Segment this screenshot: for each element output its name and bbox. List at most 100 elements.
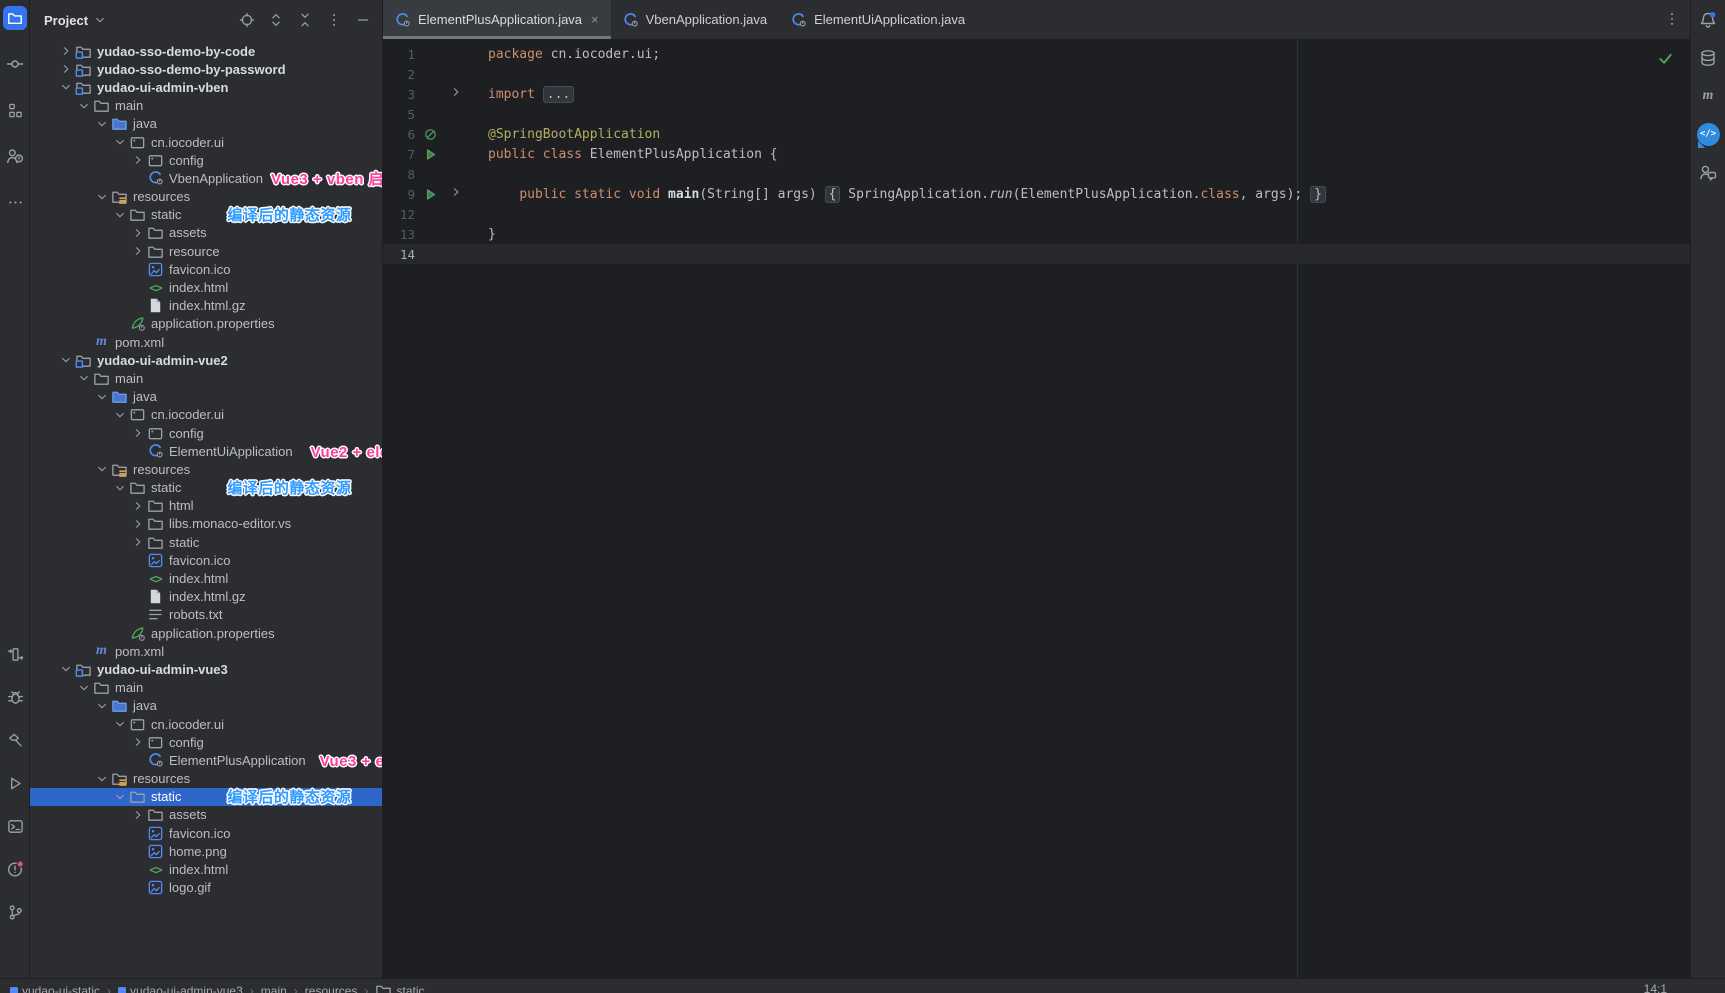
editor-tab[interactable]: VbenApplication.java (611, 0, 779, 39)
tree-row[interactable]: favicon.ico (30, 551, 382, 569)
spring-gutter-icon[interactable] (423, 127, 438, 142)
tool-button-project[interactable] (3, 6, 27, 30)
tree-row[interactable]: VbenApplicationVue3 + vben 启动类 (30, 169, 382, 187)
chevron-down-icon[interactable] (58, 80, 74, 94)
tree-row[interactable]: ElementUiApplicationVue2 + element-ui 启动… (30, 442, 382, 460)
tool-button-notifications[interactable] (1696, 8, 1720, 32)
tree-row[interactable]: favicon.ico (30, 260, 382, 278)
run-gutter-icon[interactable] (423, 187, 438, 202)
breadcrumb-item[interactable]: resources (305, 984, 358, 993)
tool-button-services[interactable] (3, 642, 27, 666)
expand-all-button[interactable] (267, 11, 285, 29)
chevron-right-icon[interactable] (58, 44, 74, 58)
tool-button-version-control[interactable] (3, 900, 27, 924)
tree-row[interactable]: yudao-ui-admin-vben (30, 78, 382, 96)
tree-row[interactable]: <>index.html (30, 278, 382, 296)
chevron-right-icon[interactable] (130, 153, 146, 167)
tree-row[interactable]: home.png (30, 842, 382, 860)
chevron-down-icon[interactable] (112, 135, 128, 149)
collapse-all-button[interactable] (296, 11, 314, 29)
chevron-down-icon[interactable] (76, 371, 92, 385)
tree-row[interactable]: <>index.html (30, 860, 382, 878)
tree-row[interactable]: logo.gif (30, 879, 382, 897)
breadcrumb-item[interactable]: yudao-ui-static (10, 984, 100, 993)
chevron-down-icon[interactable] (112, 208, 128, 222)
chevron-down-icon[interactable] (112, 790, 128, 804)
tree-row[interactable]: favicon.ico (30, 824, 382, 842)
tool-button-pull-requests[interactable] (3, 144, 27, 168)
tree-row[interactable]: cn.iocoder.ui (30, 133, 382, 151)
chevron-right-icon[interactable] (130, 499, 146, 513)
folded-region[interactable]: ... (543, 86, 574, 103)
folded-region[interactable]: } (1310, 186, 1326, 203)
tree-row[interactable]: main (30, 679, 382, 697)
fold-chevron-icon[interactable] (449, 85, 463, 103)
chevron-right-icon[interactable] (130, 226, 146, 240)
tool-button-more[interactable] (3, 190, 27, 214)
tree-row[interactable]: resources (30, 460, 382, 478)
tree-row[interactable]: config (30, 424, 382, 442)
tree-row[interactable]: ElementPlusApplicationVue3 + element-plu… (30, 751, 382, 769)
chevron-down-icon[interactable] (58, 662, 74, 676)
folded-region[interactable]: { (825, 186, 841, 203)
tree-row[interactable]: yudao-sso-demo-by-code (30, 42, 382, 60)
tool-button-code-chat[interactable]: </> (1696, 122, 1720, 146)
chevron-down-icon[interactable] (94, 190, 110, 204)
tool-button-structure[interactable] (3, 98, 27, 122)
chevron-right-icon[interactable] (130, 426, 146, 440)
tool-button-maven[interactable]: m (1696, 84, 1720, 108)
chevron-right-icon[interactable] (130, 808, 146, 822)
chevron-down-icon[interactable] (112, 717, 128, 731)
editor-tab[interactable]: ElementUiApplication.java (779, 0, 977, 39)
more-vertical-button[interactable] (325, 11, 343, 29)
tree-row[interactable]: cn.iocoder.ui (30, 406, 382, 424)
tree-row[interactable]: resources (30, 188, 382, 206)
breadcrumb-item[interactable]: main (261, 984, 287, 993)
tree-row[interactable]: java (30, 697, 382, 715)
chevron-down-icon[interactable] (94, 772, 110, 786)
tool-button-commit[interactable] (3, 52, 27, 76)
tree-row[interactable]: cn.iocoder.ui (30, 715, 382, 733)
tree-row[interactable]: assets (30, 806, 382, 824)
tree-row[interactable]: yudao-sso-demo-by-password (30, 60, 382, 78)
chevron-right-icon[interactable] (130, 244, 146, 258)
tree-row[interactable]: resource (30, 242, 382, 260)
tool-button-problems[interactable] (3, 857, 27, 881)
fold-chevron-icon[interactable] (449, 185, 463, 203)
chevron-down-icon[interactable] (112, 481, 128, 495)
chevron-down-icon[interactable] (94, 117, 110, 131)
tree-row[interactable]: mpom.xml (30, 333, 382, 351)
tree-row[interactable]: yudao-ui-admin-vue2 (30, 351, 382, 369)
chevron-down-icon[interactable] (93, 13, 107, 27)
chevron-down-icon[interactable] (94, 462, 110, 476)
tool-button-build[interactable] (3, 728, 27, 752)
tree-row[interactable]: main (30, 97, 382, 115)
tree-row[interactable]: config (30, 151, 382, 169)
tree-row[interactable]: java (30, 115, 382, 133)
close-icon[interactable]: × (591, 12, 599, 27)
chevron-down-icon[interactable] (76, 681, 92, 695)
chevron-down-icon[interactable] (94, 390, 110, 404)
tree-row[interactable]: static编译后的静态资源 (30, 479, 382, 497)
tool-button-ai-assistant[interactable] (1696, 160, 1720, 184)
chevron-down-icon[interactable] (94, 699, 110, 713)
tree-row[interactable]: mpom.xml (30, 642, 382, 660)
chevron-right-icon[interactable] (130, 517, 146, 531)
tree-row[interactable]: <>index.html (30, 569, 382, 587)
tree-row[interactable]: static编译后的静态资源 (30, 788, 382, 806)
code-editor[interactable]: 1package cn.iocoder.ui;23import ...56@Sp… (383, 40, 1690, 978)
chevron-right-icon[interactable] (58, 62, 74, 76)
tree-row[interactable]: static编译后的静态资源 (30, 206, 382, 224)
tool-button-debug[interactable] (3, 685, 27, 709)
chevron-down-icon[interactable] (58, 353, 74, 367)
tree-row[interactable]: application.properties (30, 315, 382, 333)
caret-position[interactable]: 14:1 (1644, 982, 1667, 993)
chevron-right-icon[interactable] (130, 735, 146, 749)
tree-row[interactable]: resources (30, 770, 382, 788)
tree-row[interactable]: libs.monaco-editor.vs (30, 515, 382, 533)
breadcrumb-item[interactable]: yudao-ui-admin-vue3 (118, 984, 243, 993)
tree-row[interactable]: assets (30, 224, 382, 242)
tree-row[interactable]: application.properties (30, 624, 382, 642)
editor-tab[interactable]: ElementPlusApplication.java× (383, 0, 611, 39)
chevron-right-icon[interactable] (130, 535, 146, 549)
